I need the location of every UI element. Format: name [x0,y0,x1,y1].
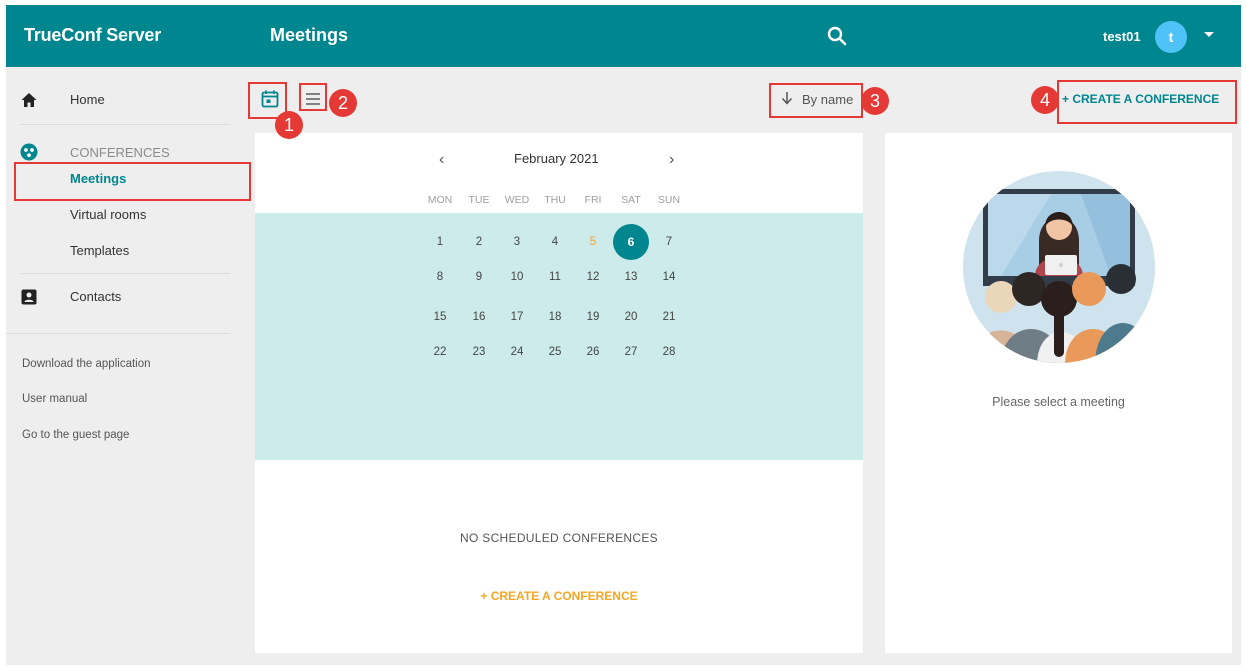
weekday-label: MON [427,194,453,206]
calendar-day-selected[interactable]: 6 [613,224,649,260]
search-icon[interactable] [826,25,848,47]
sidebar-divider [6,333,230,334]
calendar-day[interactable]: 21 [652,307,686,327]
calendar-day[interactable]: 26 [576,342,610,362]
chevron-right-icon[interactable]: › [669,151,674,169]
chevron-down-icon[interactable] [1204,32,1214,37]
top-app-bar: TrueConf Server Meetings test01 t [6,5,1241,67]
weekday-label: TUE [468,194,490,206]
app-window: TrueConf Server Meetings test01 t Home C… [0,0,1247,671]
annotation-box-create [1057,80,1237,124]
calendar-day[interactable]: 18 [538,307,572,327]
sidebar-item-label: Home [70,92,105,107]
brand-logo-text[interactable]: TrueConf Server [24,25,161,46]
calendar-day[interactable]: 7 [652,232,686,252]
calendar-day[interactable]: 20 [614,307,648,327]
empty-state-label: NO SCHEDULED CONFERENCES [460,531,658,545]
chevron-left-icon[interactable]: ‹ [439,151,444,169]
calendar-day[interactable]: 28 [652,342,686,362]
username-label[interactable]: test01 [1103,29,1141,44]
calendar-day[interactable]: 4 [538,232,572,252]
annotation-marker: 1 [275,111,303,139]
detail-placeholder-text: Please select a meeting [992,395,1125,409]
calendar-day[interactable]: 12 [576,267,610,287]
sidebar-section-label: CONFERENCES [70,145,170,160]
calendar-day[interactable]: 27 [614,342,648,362]
calendar-day[interactable]: 8 [423,267,457,287]
link-guest-page[interactable]: Go to the guest page [22,429,129,441]
link-download-app[interactable]: Download the application [22,358,151,370]
annotation-marker: 4 [1031,86,1059,114]
weekday-label: SUN [657,194,681,206]
link-user-manual[interactable]: User manual [22,393,87,405]
sidebar-item-label: Contacts [70,289,122,304]
calendar-day[interactable]: 10 [500,267,534,287]
annotation-box-list-view [299,83,327,111]
conferences-icon [20,143,38,161]
calendar-day[interactable]: 3 [500,232,534,252]
calendar-day[interactable]: 15 [423,307,457,327]
calendar-day[interactable]: 17 [500,307,534,327]
trueconf-frame: TrueConf Server Meetings test01 t Home C… [6,5,1241,665]
calendar-day[interactable]: 11 [538,267,572,287]
calendar-day[interactable]: 16 [462,307,496,327]
annotation-marker: 3 [861,87,889,115]
sidebar: Home CONFERENCES Meetings Virtual rooms … [6,67,249,665]
create-conference-link[interactable]: + CREATE A CONFERENCE [255,589,863,603]
calendar-day[interactable]: 13 [614,267,648,287]
sidebar-divider [20,273,230,274]
meeting-illustration-image [961,169,1157,365]
avatar[interactable]: t [1155,21,1187,53]
weekday-label: FRI [584,194,602,206]
page-title: Meetings [270,25,349,45]
weekday-label: WED [504,194,530,206]
annotation-box-meetings [14,162,251,201]
calendar-month-grid: 1 2 3 4 5 6 7 8 9 10 11 12 13 14 15 16 1… [255,213,863,460]
calendar-day[interactable]: 2 [462,232,496,252]
sidebar-divider [20,124,230,125]
home-icon [20,91,38,109]
calendar-day[interactable]: 25 [538,342,572,362]
weekday-label: THU [544,194,566,206]
annotation-marker: 2 [329,89,357,117]
calendar-panel: ‹ February 2021 › MON TUE WED THU FRI SA… [255,133,863,653]
calendar-day[interactable]: 22 [423,342,457,362]
calendar-month-label: February 2021 [514,151,599,166]
calendar-day[interactable]: 24 [500,342,534,362]
calendar-day[interactable]: 14 [652,267,686,287]
sidebar-item-home[interactable]: Home [6,82,249,118]
meeting-detail-panel: Please select a meeting [885,133,1232,653]
sidebar-item-templates[interactable]: Templates [70,243,129,258]
contacts-icon [20,288,38,306]
weekday-label: SAT [621,194,641,206]
calendar-day[interactable]: 19 [576,307,610,327]
calendar-day[interactable]: 9 [462,267,496,287]
calendar-day[interactable]: 1 [423,232,457,252]
sidebar-item-virtual-rooms[interactable]: Virtual rooms [70,207,146,222]
calendar-day[interactable]: 23 [462,342,496,362]
annotation-box-sort [769,83,863,118]
calendar-day-today[interactable]: 5 [576,232,610,252]
sidebar-item-contacts[interactable]: Contacts [6,279,249,315]
